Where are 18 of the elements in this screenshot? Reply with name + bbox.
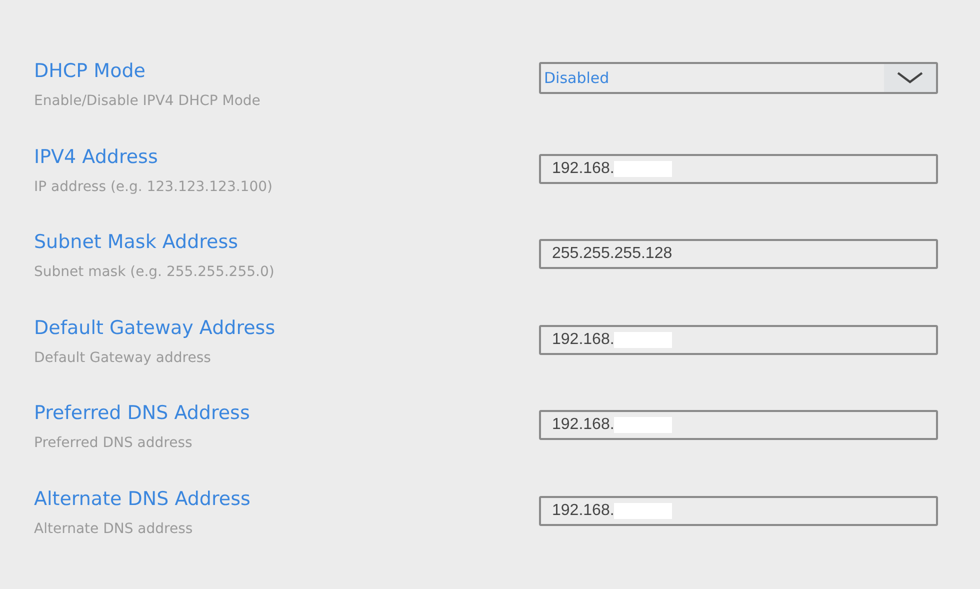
setting-label: IPV4 Address <box>34 144 159 170</box>
input-field[interactable]: 192.168. <box>539 496 938 526</box>
input-field[interactable]: 192.168. <box>539 324 938 355</box>
setting-label: Alternate DNS Address <box>34 486 252 512</box>
setting-hint: Subnet mask (e.g. 255.255.255.0) <box>34 263 276 282</box>
chevron-down-icon <box>897 72 923 84</box>
setting-label: Preferred DNS Address <box>34 401 251 426</box>
setting-label: Subnet Mask Address <box>34 230 240 256</box>
input-field[interactable]: 192.168. <box>539 154 938 184</box>
input-field[interactable]: 192.168. <box>539 410 938 440</box>
setting-hint: Alternate DNS address <box>34 520 194 538</box>
setting-hint: Default Gateway address <box>34 348 212 367</box>
input-field[interactable]: 255.255.255.128 <box>539 239 938 270</box>
setting-label: Default Gateway Address <box>34 316 276 341</box>
setting-hint: Enable/Disable IPV4 DHCP Mode <box>34 92 262 110</box>
setting-hint: IP address (e.g. 123.123.123.100) <box>34 178 274 196</box>
setting-hint: Preferred DNS address <box>34 434 194 452</box>
setting-label: DHCP Mode <box>34 59 146 84</box>
